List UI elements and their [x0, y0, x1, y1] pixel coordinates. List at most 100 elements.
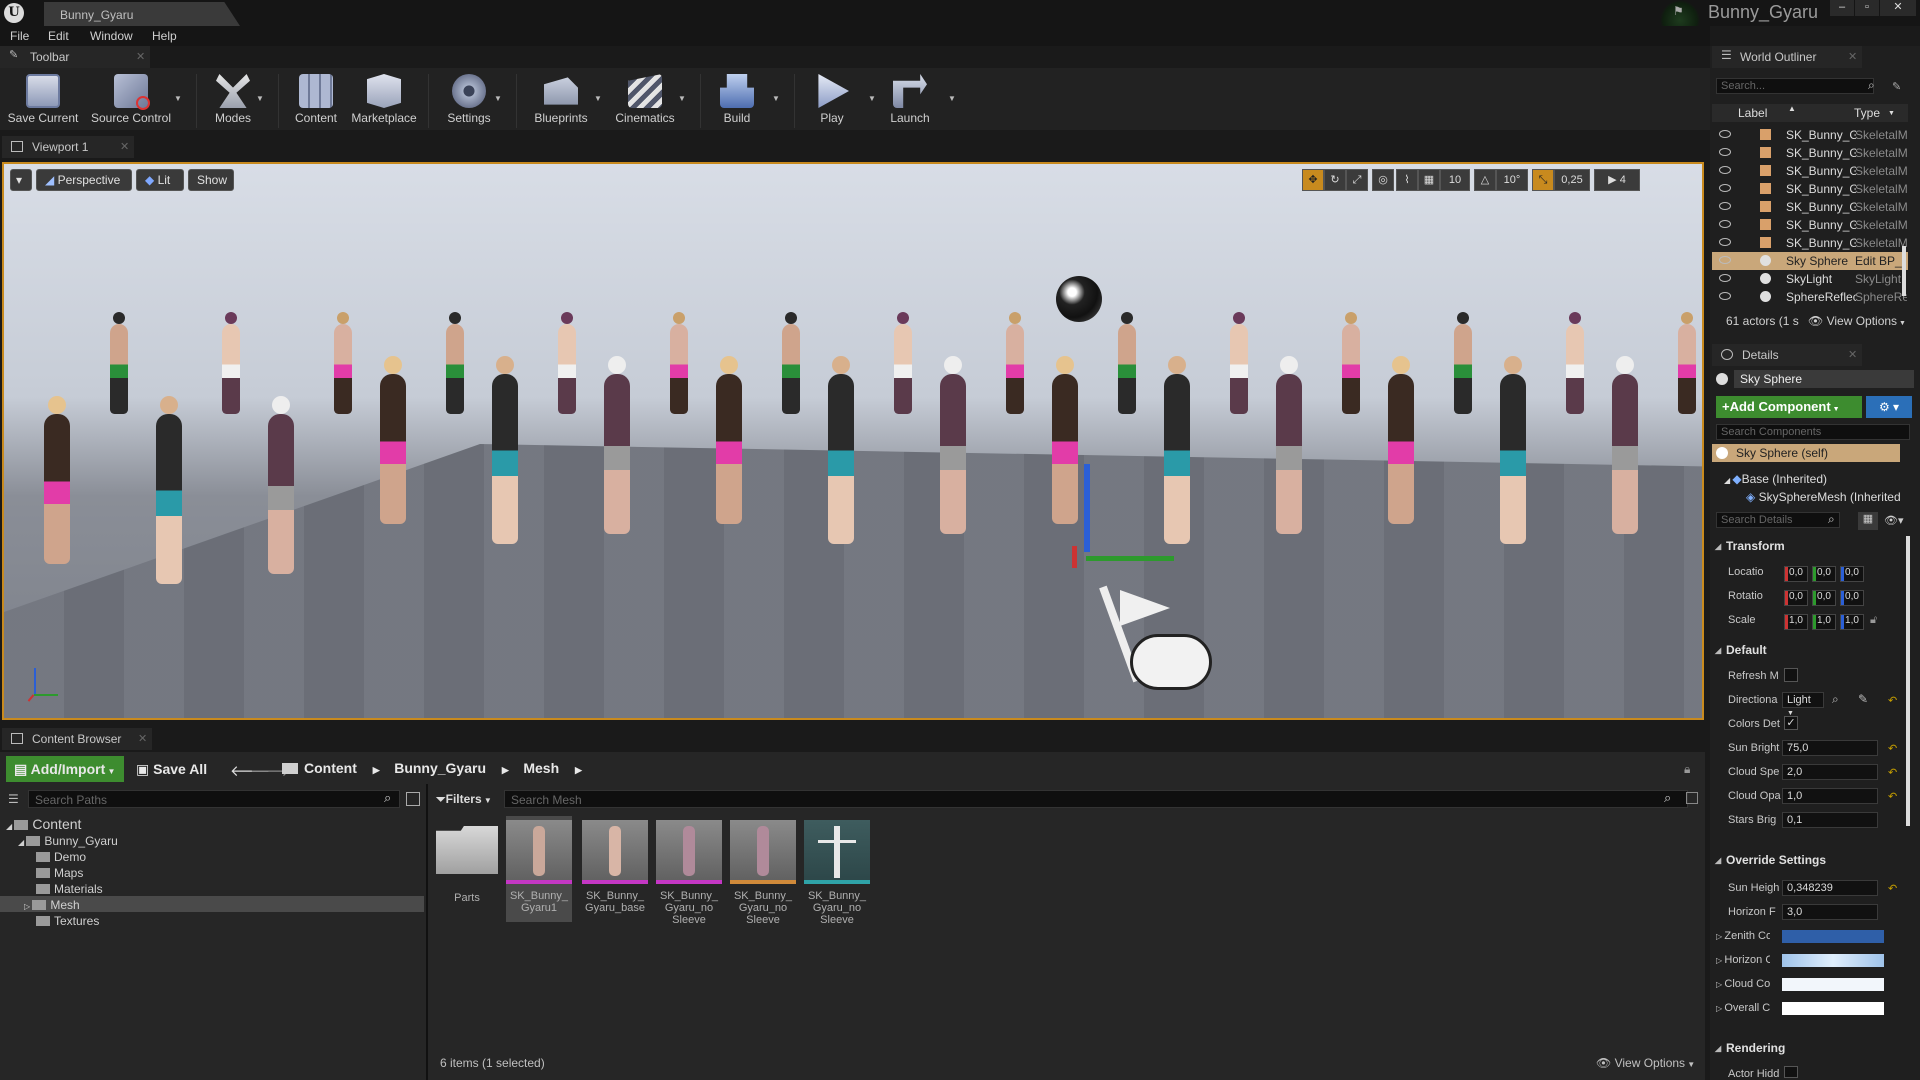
rendering-section[interactable]: ◢ Rendering [1712, 1038, 1908, 1060]
character-figure[interactable] [222, 312, 240, 414]
transform-loc-y-input[interactable]: 0,0 [1812, 566, 1836, 582]
tree-item-demo[interactable]: Demo [36, 850, 86, 864]
asset-sk-bunny-gyaru-no-sleeve-skeleton[interactable]: SK_Bunny_ Gyaru_no Sleeve [804, 820, 870, 926]
add-component-button[interactable]: +Add Component ▼ [1716, 396, 1862, 418]
search-mesh-input[interactable]: Search Mesh [504, 790, 1688, 808]
search-icon[interactable]: ⌕ [1868, 78, 1875, 93]
scale-lock-icon[interactable]: 🔓︎ [1870, 614, 1877, 627]
outliner-view-options-button[interactable]: 👁︎ View Options ▼ [1808, 314, 1906, 328]
menu-file[interactable]: File [10, 29, 29, 43]
launch-button[interactable]: Launch [880, 72, 940, 128]
menu-help[interactable]: Help [152, 29, 177, 43]
character-figure[interactable] [1230, 312, 1248, 414]
visibility-eye-icon[interactable] [1719, 184, 1731, 192]
visibility-eye-icon[interactable] [1719, 202, 1731, 210]
location-label[interactable]: Locatio [1728, 566, 1782, 578]
menu-edit[interactable]: Edit [48, 29, 69, 43]
outliner-search-input[interactable]: Search... [1716, 78, 1874, 94]
reset-to-default-icon[interactable]: ↶ [1888, 790, 1897, 803]
perspective-button[interactable]: ◢ Perspective [36, 169, 132, 191]
character-figure[interactable] [1612, 356, 1638, 534]
actor-hidden-checkbox[interactable] [1784, 1066, 1798, 1078]
component-self-row[interactable]: Sky Sphere (self) [1712, 444, 1900, 462]
colors-determined-checkbox[interactable]: ✓ [1784, 716, 1798, 730]
tree-item-content[interactable]: ◢ Content [6, 816, 81, 832]
outliner-row[interactable]: SK_Bunny_GyaruSkeletalM [1712, 144, 1908, 162]
asset-sk-bunny-gyaru1[interactable]: SK_Bunny_ Gyaru1 [506, 816, 572, 922]
character-figure[interactable] [380, 356, 406, 524]
outliner-row[interactable]: SK_Bunny_GyaruSkeletalM [1712, 198, 1908, 216]
component-base-row[interactable]: ◢ ◆Base (Inherited) [1724, 472, 1827, 486]
character-figure[interactable] [558, 312, 576, 414]
world-local-button[interactable]: ◎ [1372, 169, 1394, 191]
asset-sk-bunny-gyaru-base[interactable]: SK_Bunny_ Gyaru_base [582, 820, 648, 914]
character-figure[interactable] [1566, 312, 1584, 414]
cinematics-button[interactable]: Cinematics [608, 72, 682, 128]
breadcrumb-arrow-icon[interactable]: ▶ [373, 765, 382, 775]
transform-scale-z-input[interactable]: 1,0 [1840, 614, 1864, 630]
outliner-row-type[interactable]: Edit BP_ [1855, 254, 1907, 268]
directional-light-select[interactable]: Light ▼ [1782, 692, 1824, 717]
reset-to-default-icon[interactable]: ↶ [1888, 766, 1897, 779]
add-import-button[interactable]: ▤ Add/Import ▼ [6, 756, 124, 782]
picker-icon[interactable]: ✎ [1858, 692, 1868, 706]
visibility-eye-icon[interactable] [1719, 130, 1731, 138]
modes-dropdown-icon[interactable]: ▼ [256, 94, 264, 103]
filters-button[interactable]: ⏷Filters ▼ [436, 792, 492, 807]
build-dropdown-icon[interactable]: ▼ [772, 94, 780, 103]
chevron-down-icon[interactable]: ▼ [1888, 110, 1895, 117]
search-icon[interactable]: ⌕ [1664, 790, 1671, 806]
details-eye-icon[interactable]: 👁︎▾ [1884, 514, 1904, 527]
horizon-color-swatch[interactable] [1782, 954, 1884, 967]
content-browser-tab[interactable]: Content Browser ✕ [2, 728, 152, 750]
sun-brightness-input[interactable]: 75,0 [1782, 740, 1878, 756]
scale-snap-icon[interactable]: ⤡ [1532, 169, 1554, 191]
grid-snap-value[interactable]: 10 [1440, 169, 1470, 191]
character-figure[interactable] [1118, 312, 1136, 414]
character-figure[interactable] [716, 356, 742, 524]
toolbar-tab[interactable]: ✎ Toolbar ✕ [0, 46, 150, 68]
sources-toggle-icon[interactable]: ☰ [8, 792, 24, 808]
outliner-row[interactable]: SK_Bunny_GyaruSkeletalM [1712, 126, 1908, 144]
breadcrumb-mesh[interactable]: Mesh [523, 760, 559, 776]
search-details-input[interactable]: Search Details [1716, 512, 1840, 528]
stars-brightness-input[interactable]: 0,1 [1782, 812, 1878, 828]
outliner-row[interactable]: SphereReflectionSphereRe [1712, 288, 1908, 306]
surface-snap-button[interactable]: ⌇ [1396, 169, 1418, 191]
cloud-color-swatch[interactable] [1782, 978, 1884, 991]
translate-mode-button[interactable]: ✥ [1302, 169, 1324, 191]
gizmo-z-axis[interactable] [1084, 464, 1090, 552]
settings-button[interactable]: Settings [436, 72, 502, 128]
breadcrumb-arrow-icon[interactable]: ▶ [502, 765, 511, 775]
scale-mode-button[interactable]: ⤢ [1346, 169, 1368, 191]
character-figure[interactable] [1388, 356, 1414, 524]
reset-to-default-icon[interactable]: ↶ [1888, 742, 1897, 755]
close-icon[interactable]: ✕ [138, 732, 147, 745]
character-figure[interactable] [492, 356, 518, 544]
breadcrumb-content[interactable]: Content [304, 760, 357, 776]
visibility-eye-icon[interactable] [1719, 274, 1731, 282]
browse-icon[interactable]: ⌕ [1832, 692, 1839, 707]
character-figure[interactable] [1500, 356, 1526, 544]
document-tab[interactable]: Bunny_Gyaru [44, 2, 240, 26]
splitter[interactable] [426, 784, 428, 1080]
character-figure[interactable] [894, 312, 912, 414]
character-figure[interactable] [828, 356, 854, 544]
world-outliner-tab[interactable]: ☰ World Outliner ✕ [1712, 46, 1862, 68]
zenith-color-label[interactable]: ▷ Zenith Co [1716, 930, 1770, 942]
default-section[interactable]: ◢ Default [1712, 640, 1908, 662]
close-window-button[interactable]: ✕ [1880, 0, 1916, 16]
transform-section[interactable]: ◢ Transform [1712, 536, 1908, 558]
character-figure[interactable] [334, 312, 352, 414]
tree-item-mesh[interactable]: ▷ Mesh [24, 898, 80, 912]
outliner-row[interactable]: SK_Bunny_GyaruSkeletalM [1712, 216, 1908, 234]
close-icon[interactable]: ✕ [1848, 50, 1857, 63]
character-figure[interactable] [670, 312, 688, 414]
tree-item-materials[interactable]: Materials [36, 882, 103, 896]
cloud-opacity-input[interactable]: 1,0 [1782, 788, 1878, 804]
zenith-color-swatch[interactable] [1782, 930, 1884, 943]
visibility-eye-icon[interactable] [1719, 166, 1731, 174]
save-search-icon[interactable] [1686, 792, 1698, 804]
play-button[interactable]: Play [802, 72, 862, 128]
reset-to-default-icon[interactable]: ↶ [1888, 694, 1897, 707]
